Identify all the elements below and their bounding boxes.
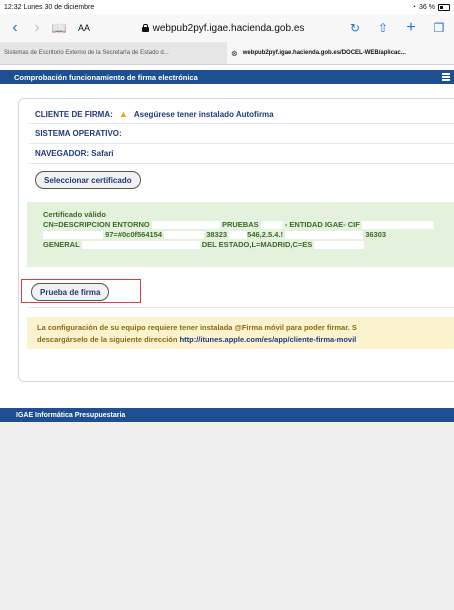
status-time: 12:32 Lunes 30 de diciembre xyxy=(4,3,95,11)
cert-status: Certificado válido xyxy=(43,210,106,219)
app-header: Comprobación funcionamiento de firma ele… xyxy=(0,70,454,84)
cert-text: DEL ESTADO,L=MADRID,C=ES xyxy=(201,240,313,249)
forward-icon[interactable]: › xyxy=(26,14,48,42)
certificate-info: Certificado válido CN=DESCRIPCION ENTORN… xyxy=(27,202,454,267)
notice-line-1: La configuración de su equipo requiere t… xyxy=(37,323,357,332)
redacted-block xyxy=(260,221,283,230)
redacted-block xyxy=(361,221,434,230)
client-message: Asegúrese tener instalado Autofirma xyxy=(133,110,274,119)
redacted-block xyxy=(229,231,248,240)
browser-label: NAVEGADOR: Safari xyxy=(35,149,114,158)
status-bar: 12:32 Lunes 30 de diciembre ◔ 36 % xyxy=(0,0,454,14)
redacted-block xyxy=(81,241,200,250)
menu-icon[interactable] xyxy=(442,73,450,81)
tabs-overview-icon[interactable]: ❐ xyxy=(428,14,450,42)
redacted-block xyxy=(164,231,205,240)
text-size-button[interactable]: AA xyxy=(78,23,90,33)
address-url: webpub2pyf.igae.hacienda.gob.es xyxy=(152,22,305,34)
select-certificate-button[interactable]: Seleccionar certificado xyxy=(35,171,141,189)
close-tab-icon[interactable]: ⊗ xyxy=(231,49,238,58)
toolbar-actions: ↻ ⇧ + ❐ xyxy=(344,14,450,42)
divider xyxy=(29,163,454,164)
tab-secretaria[interactable]: Sistemas de Escritorio Externo de la Sec… xyxy=(0,42,227,64)
app-store-link[interactable]: http://itunes.apple.com/es/app/cliente-f… xyxy=(180,335,357,344)
notice-text: descargárselo de la siguiente dirección xyxy=(37,335,180,344)
tab-docel[interactable]: ⊗ webpub2pyf.igae.hacienda.gob.es/DOCEL-… xyxy=(227,42,454,64)
cert-line-3: GENERAL DEL ESTADO,L=MADRID,C=ES xyxy=(43,240,365,250)
client-row: CLIENTE DE FIRMA: ▲ Asegúrese tener inst… xyxy=(35,109,274,119)
warning-icon: ▲ xyxy=(119,109,128,119)
wifi-icon: ◔ xyxy=(411,3,417,11)
cert-line-1: CN=DESCRIPCION ENTORNO PRUEBAS - ENTIDAD… xyxy=(43,220,434,230)
cert-line-2: 97=#0c0f564154 38323 546,2.5.4.! 36303 xyxy=(43,230,387,240)
address-bar[interactable]: webpub2pyf.igae.hacienda.gob.es xyxy=(102,23,344,34)
mobile-signature-notice: La configuración de su equipo requiere t… xyxy=(27,317,454,349)
redacted-block xyxy=(285,231,364,240)
tab-bar: Sistemas de Escritorio Externo de la Sec… xyxy=(0,42,454,65)
divider xyxy=(29,307,454,308)
cert-text: PRUEBAS xyxy=(221,220,259,229)
test-signature-button[interactable]: Prueba de firma xyxy=(31,283,110,301)
redacted-block xyxy=(314,241,365,250)
new-tab-icon[interactable]: + xyxy=(400,14,422,42)
tab-label: Sistemas de Escritorio Externo de la Sec… xyxy=(4,50,169,56)
bookmarks-icon[interactable]: 📖 xyxy=(48,14,70,42)
page-title: Comprobación funcionamiento de firma ele… xyxy=(14,72,198,82)
footer-text: IGAE Informática Presupuestaria xyxy=(16,411,126,419)
notice-line-2: descargárselo de la siguiente dirección … xyxy=(37,335,356,344)
cert-text: 97=#0c0f564154 xyxy=(105,230,163,239)
share-icon[interactable]: ⇧ xyxy=(372,14,394,42)
browser-toolbar: ‹ › 📖 AA webpub2pyf.igae.hacienda.gob.es… xyxy=(0,14,454,42)
cert-text: GENERAL xyxy=(43,240,80,249)
battery-icon xyxy=(438,3,450,11)
cert-text: 546,2.5.4.! xyxy=(247,230,284,239)
cert-text: 36303 xyxy=(365,230,387,239)
redacted-block xyxy=(43,231,103,240)
cert-text: CN=DESCRIPCION ENTORNO xyxy=(43,220,150,229)
signature-check-panel: CLIENTE DE FIRMA: ▲ Asegúrese tener inst… xyxy=(18,98,454,382)
battery-percent: 36 % xyxy=(419,3,435,11)
page-footer: IGAE Informática Presupuestaria xyxy=(0,408,454,422)
tab-label: webpub2pyf.igae.hacienda.gob.es/DOCEL-WE… xyxy=(242,50,406,56)
empty-area xyxy=(0,422,454,610)
cert-text: - ENTIDAD IGAE- CIF xyxy=(284,220,360,229)
divider xyxy=(29,143,454,144)
client-label: CLIENTE DE FIRMA: xyxy=(35,110,113,119)
os-label: SISTEMA OPERATIVO: xyxy=(35,129,122,138)
back-icon[interactable]: ‹ xyxy=(4,14,26,42)
lock-icon xyxy=(141,24,149,32)
reload-icon[interactable]: ↻ xyxy=(344,14,366,42)
redacted-block xyxy=(151,221,220,230)
status-indicators: ◔ 36 % xyxy=(411,3,450,11)
divider xyxy=(29,123,454,124)
cert-text: 38323 xyxy=(206,230,228,239)
